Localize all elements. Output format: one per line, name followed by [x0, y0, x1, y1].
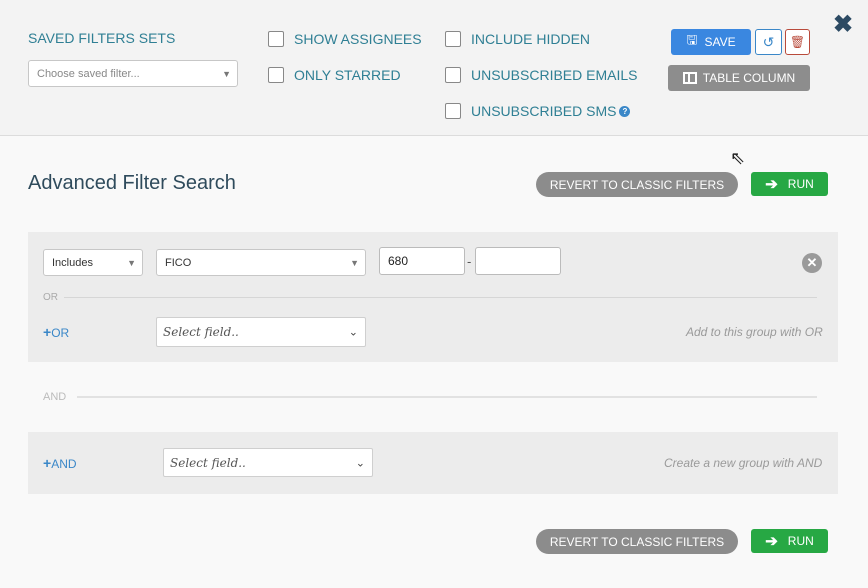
operator-value: Includes [52, 256, 93, 269]
add-or-link[interactable]: +OR [43, 324, 69, 340]
include-hidden-checkbox[interactable]: INCLUDE HIDDEN [445, 31, 590, 47]
unsubscribed-emails-label: UNSUBSCRIBED EMAILS [471, 67, 638, 83]
help-icon[interactable]: ? [619, 105, 631, 117]
revert-button-label: REVERT TO CLASSIC FILTERS [549, 534, 725, 549]
arrow-right-icon: ➔ [765, 176, 778, 193]
checkbox-box[interactable] [445, 103, 461, 119]
show-assignees-label: SHOW ASSIGNEES [294, 31, 422, 47]
revert-classic-filters-button-bottom[interactable]: REVERT TO CLASSIC FILTERS [536, 529, 738, 554]
min-value: 680 [388, 254, 409, 268]
include-hidden-label: INCLUDE HIDDEN [471, 31, 591, 47]
caret-down-icon: ▼ [350, 257, 359, 268]
close-icon[interactable]: ✖ [833, 10, 853, 39]
or-field-placeholder: Select field.. [163, 325, 239, 339]
delete-button[interactable]: 🗑 [785, 29, 810, 55]
saved-filter-placeholder: Choose saved filter... [37, 67, 140, 80]
add-and-label: AND [51, 457, 77, 471]
trash-icon: 🗑 [789, 35, 806, 49]
only-starred-label: ONLY STARRED [294, 67, 401, 83]
arrow-right-icon: ➔ [765, 533, 778, 550]
checkbox-box[interactable] [445, 31, 461, 47]
or-separator-line [64, 297, 817, 298]
and-field-select[interactable]: Select field.. ⌄ [163, 448, 373, 477]
checkbox-box[interactable] [268, 67, 284, 83]
run-button-label: RUN [787, 534, 814, 548]
run-button-label: RUN [787, 177, 814, 191]
and-separator-label: AND [43, 391, 67, 403]
save-button[interactable]: 🖫 SAVE [671, 29, 751, 55]
run-button-bottom[interactable]: ➔ RUN [751, 529, 828, 553]
range-separator: - [467, 254, 472, 269]
page-title: Advanced Filter Search [28, 172, 236, 194]
show-assignees-checkbox[interactable]: SHOW ASSIGNEES [268, 31, 422, 47]
and-separator-line [77, 396, 817, 398]
chevron-down-icon: ⌄ [355, 456, 365, 469]
revert-classic-filters-button[interactable]: REVERT TO CLASSIC FILTERS [536, 172, 738, 197]
save-button-label: SAVE [704, 35, 736, 49]
checkbox-box[interactable] [445, 67, 461, 83]
caret-down-icon: ▼ [222, 68, 231, 79]
or-separator-label: OR [43, 292, 58, 303]
saved-filters-label: SAVED FILTERS SETS [28, 30, 176, 46]
and-field-placeholder: Select field.. [170, 455, 246, 470]
unsubscribed-emails-checkbox[interactable]: UNSUBSCRIBED EMAILS [445, 67, 637, 83]
table-column-button[interactable]: TABLE COLUMN [668, 65, 810, 91]
operator-select[interactable]: Includes ▼ [43, 249, 143, 276]
only-starred-checkbox[interactable]: ONLY STARRED [268, 67, 401, 83]
plus-icon: + [43, 324, 52, 340]
min-value-input[interactable]: 680 [379, 247, 465, 275]
mouse-cursor-icon: ⇖ [730, 148, 746, 168]
add-or-label: OR [51, 326, 70, 340]
unsubscribed-sms-checkbox[interactable]: UNSUBSCRIBED SMS ? [445, 103, 631, 119]
floppy-disk-icon: 🖫 [686, 32, 698, 47]
reset-button[interactable]: ↺ [755, 29, 782, 55]
table-column-label: TABLE COLUMN [702, 71, 796, 85]
field-value: FICO [165, 256, 192, 269]
field-select[interactable]: FICO ▼ [156, 249, 366, 276]
and-hint-text: Create a new group with AND [664, 456, 823, 470]
columns-icon [682, 72, 697, 84]
checkbox-box[interactable] [268, 31, 284, 47]
chevron-down-icon: ⌄ [348, 325, 358, 339]
run-button[interactable]: ➔ RUN [751, 172, 828, 196]
undo-icon: ↺ [762, 33, 775, 50]
unsubscribed-sms-label: UNSUBSCRIBED SMS [471, 103, 617, 119]
caret-down-icon: ▼ [127, 257, 136, 268]
or-hint-text: Add to this group with OR [686, 325, 823, 339]
remove-condition-icon[interactable]: ✕ [802, 253, 822, 273]
plus-icon: + [43, 455, 52, 471]
saved-filter-select[interactable]: Choose saved filter... ▼ [28, 60, 238, 87]
revert-button-label: REVERT TO CLASSIC FILTERS [549, 177, 725, 192]
max-value-input[interactable] [475, 247, 561, 275]
add-and-link[interactable]: +AND [43, 455, 77, 471]
or-field-select[interactable]: Select field.. ⌄ [156, 317, 366, 347]
